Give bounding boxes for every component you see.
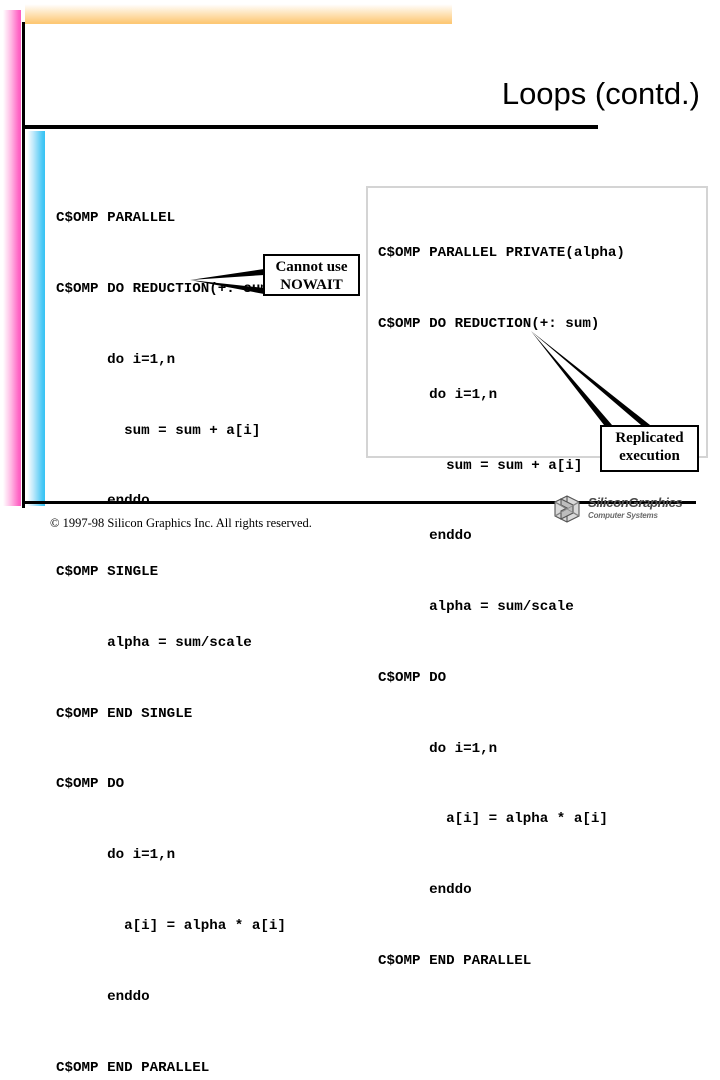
code-line: do i=1,n [378,740,498,757]
code-line: a[i] = alpha * a[i] [56,918,286,934]
page-title: Loops (contd.) [501,76,700,111]
callout-cannot-use-nowait: Cannot use NOWAIT [263,254,360,296]
code-line: alpha = sum/scale [378,599,574,616]
title-underline-rule [24,125,598,129]
code-line: enddo [378,882,472,899]
sgi-subwordmark: Computer Systems [588,511,658,520]
code-line: C$OMP PARALLEL [56,210,176,227]
slide-canvas: Loops (contd.) C$OMP PARALLEL C$OMP DO R… [0,0,720,1076]
code-line: do i=1,n [378,386,498,403]
code-line: C$OMP SINGLE [56,564,159,581]
left-cyan-accent-bar [27,131,45,506]
sgi-cube-icon [554,495,580,523]
code-line: sum = sum + a[i] [56,422,261,439]
code-line: sum = sum + a[i] [378,457,583,474]
sgi-logo: SiliconGraphics Computer Systems [552,492,698,526]
code-block-right: C$OMP PARALLEL PRIVATE(alpha) C$OMP DO R… [378,195,625,1021]
callout-line: Cannot use [275,259,348,275]
code-line: C$OMP DO [56,776,125,793]
callout-replicated-execution: Replicated execution [600,425,699,472]
top-accent-bar [25,2,452,24]
copyright-text: © 1997-98 Silicon Graphics Inc. All righ… [50,516,312,530]
left-pink-accent-bar [3,10,21,506]
code-line: do i=1,n [56,351,176,368]
code-line: C$OMP DO REDUCTION(+: sum) [56,280,278,297]
code-line: C$OMP END PARALLEL [56,1059,210,1076]
code-line: do i=1,n [56,847,176,864]
callout-line: Replicated [615,430,684,446]
code-line: C$OMP DO REDUCTION(+: sum) [378,315,600,332]
code-line: enddo [378,528,472,545]
code-line: C$OMP PARALLEL PRIVATE(alpha) [378,245,625,262]
code-block-left: C$OMP PARALLEL C$OMP DO REDUCTION(+: sum… [56,160,286,1080]
code-line: C$OMP END PARALLEL [378,953,532,969]
code-line: alpha = sum/scale [56,634,252,651]
code-line: a[i] = alpha * a[i] [378,811,608,828]
code-line: C$OMP END SINGLE [56,705,193,722]
left-vertical-rule [22,22,25,508]
sgi-wordmark: SiliconGraphics [588,495,683,510]
callout-line: execution [619,448,680,464]
code-line: enddo [56,988,150,1005]
code-line: C$OMP DO [378,669,447,686]
code-block-right-frame: C$OMP PARALLEL PRIVATE(alpha) C$OMP DO R… [366,186,708,969]
callout-line: NOWAIT [280,277,343,293]
